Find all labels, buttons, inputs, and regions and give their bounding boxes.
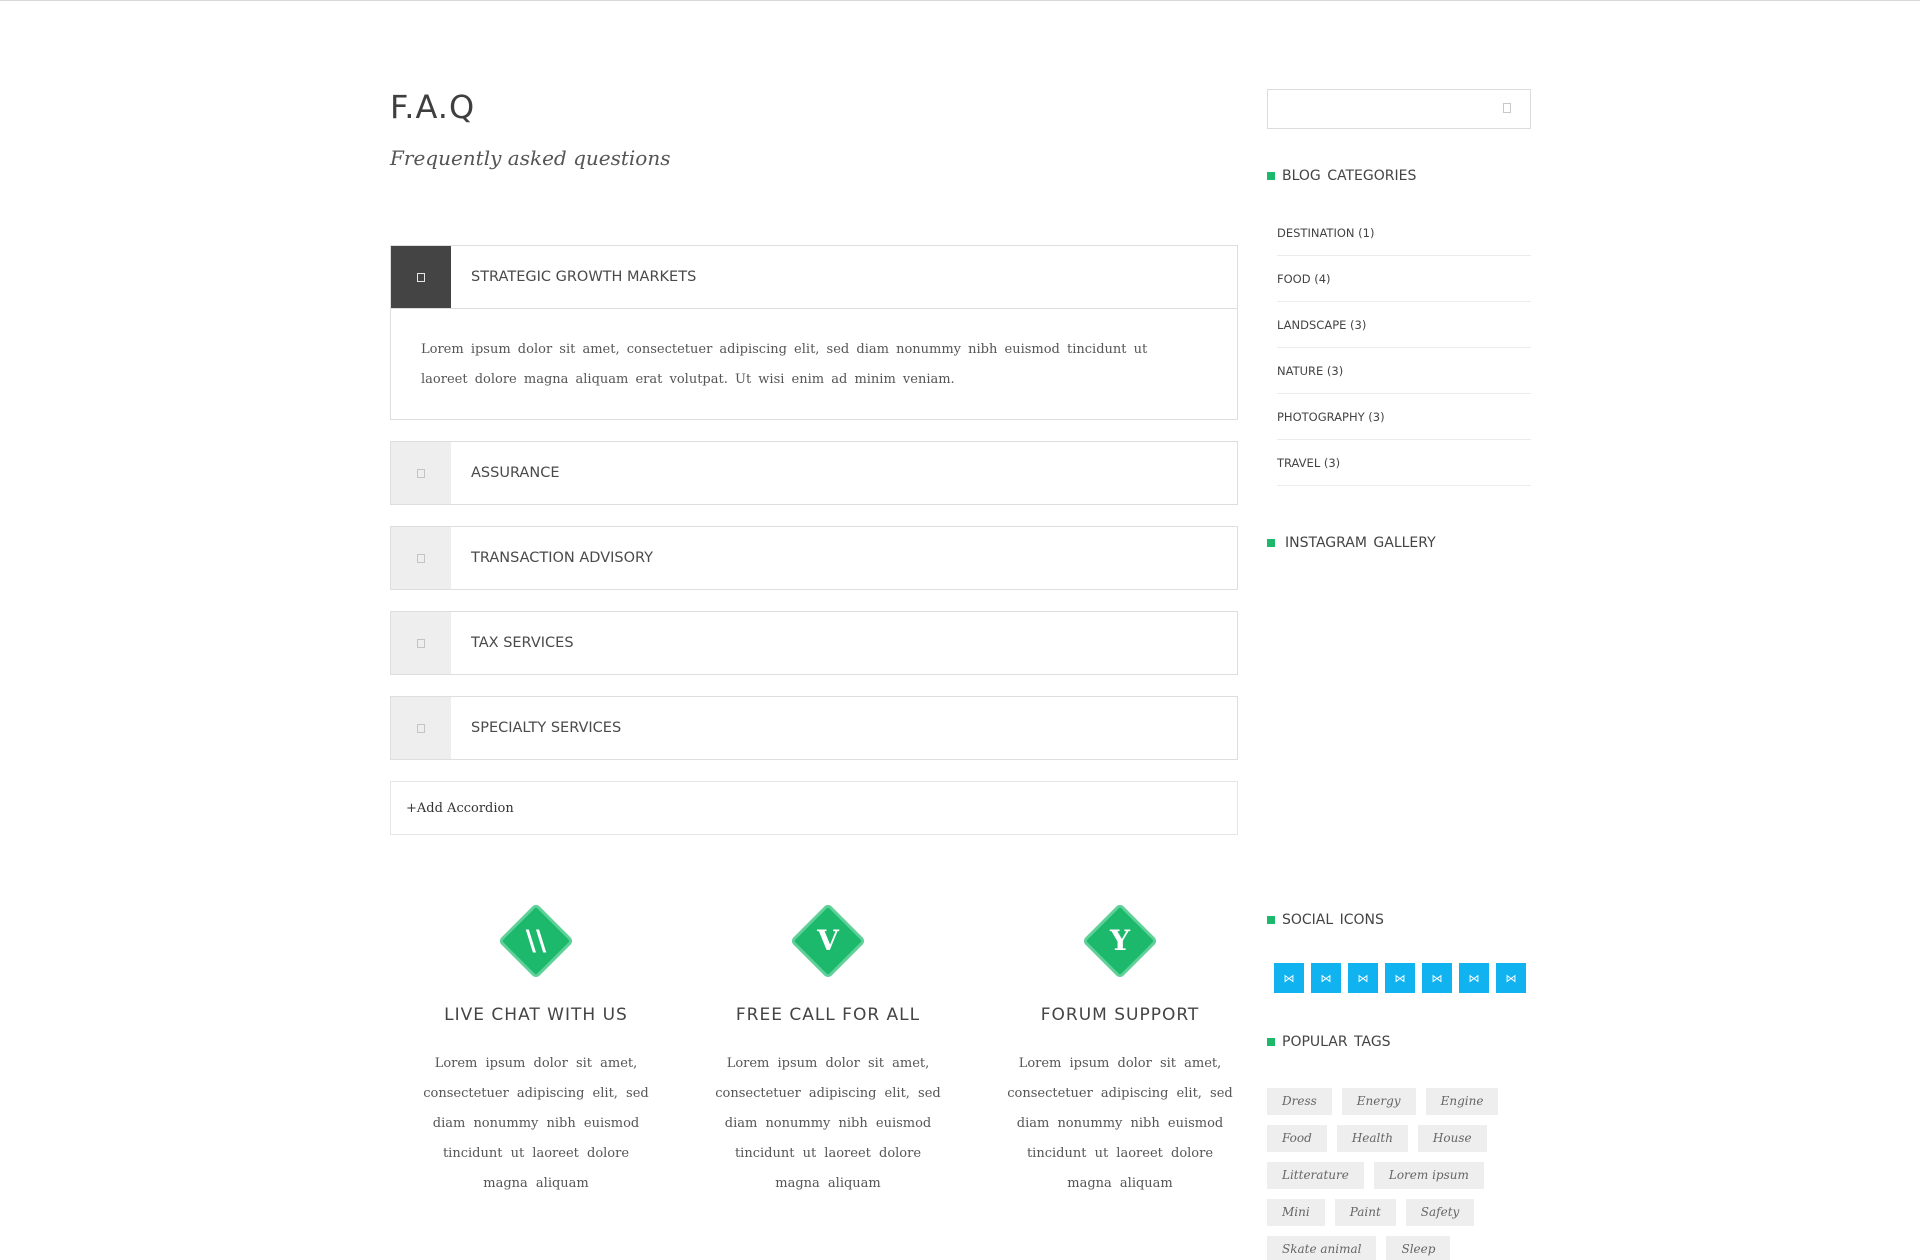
accordion-toggle-icon[interactable] bbox=[391, 612, 451, 674]
tag[interactable]: Litterature bbox=[1267, 1162, 1364, 1189]
feature-title: FORUM SUPPORT bbox=[1040, 1005, 1200, 1025]
blog-categories-title: BLOG CATEGORIES bbox=[1267, 168, 1416, 184]
search-icon[interactable] bbox=[1503, 103, 1511, 113]
social-icons: ⋈ ⋈ ⋈ ⋈ ⋈ ⋈ ⋈ bbox=[1274, 963, 1533, 993]
bullet-icon bbox=[1267, 1038, 1275, 1046]
faq-accordion: STRATEGIC GROWTH MARKETS Lorem ipsum dol… bbox=[390, 245, 1238, 835]
tag[interactable]: Engine bbox=[1425, 1088, 1499, 1115]
feature-title: FREE CALL FOR ALL bbox=[735, 1005, 921, 1025]
accordion-header[interactable]: ASSURANCE bbox=[391, 442, 1237, 504]
bullet-icon bbox=[1267, 916, 1275, 924]
page-subtitle: Frequently asked questions bbox=[390, 146, 671, 170]
social-icon[interactable]: ⋈ bbox=[1459, 963, 1489, 993]
category-list: DESTINATION (1) FOOD (4) LANDSCAPE (3) N… bbox=[1277, 210, 1531, 486]
social-icons-title: SOCIAL ICONS bbox=[1267, 912, 1384, 928]
tag[interactable]: Paint bbox=[1334, 1199, 1396, 1226]
category-item[interactable]: NATURE (3) bbox=[1277, 348, 1531, 394]
accordion-header[interactable]: TRANSACTION ADVISORY bbox=[391, 527, 1237, 589]
accordion-header[interactable]: STRATEGIC GROWTH MARKETS bbox=[391, 246, 1237, 308]
category-item[interactable]: DESTINATION (1) bbox=[1277, 210, 1531, 256]
category-item[interactable]: FOOD (4) bbox=[1277, 256, 1531, 302]
social-icon[interactable]: ⋈ bbox=[1422, 963, 1452, 993]
accordion-item: TAX SERVICES bbox=[390, 611, 1238, 675]
popular-tags-title: POPULAR TAGS bbox=[1267, 1034, 1391, 1050]
page-title: F.A.Q bbox=[390, 88, 476, 126]
tag[interactable]: House bbox=[1417, 1125, 1487, 1152]
social-icon[interactable]: ⋈ bbox=[1311, 963, 1341, 993]
accordion-header[interactable]: SPECIALTY SERVICES bbox=[391, 697, 1237, 759]
features-row: \\ LIVE CHAT WITH US Lorem ipsum dolor s… bbox=[390, 902, 1270, 1199]
accordion-title: STRATEGIC GROWTH MARKETS bbox=[471, 269, 697, 285]
tag[interactable]: Safety bbox=[1405, 1199, 1475, 1226]
tag[interactable]: Dress bbox=[1267, 1088, 1332, 1115]
feature-title: LIVE CHAT WITH US bbox=[444, 1005, 628, 1025]
tag-cloud: Dress Energy Engine Food Health House Li… bbox=[1267, 1088, 1531, 1260]
accordion-title: ASSURANCE bbox=[471, 465, 560, 481]
chat-icon: \\ bbox=[497, 902, 575, 980]
accordion-toggle-icon[interactable] bbox=[391, 246, 451, 308]
accordion-title: TAX SERVICES bbox=[471, 635, 574, 651]
tag[interactable]: Energy bbox=[1341, 1088, 1416, 1115]
accordion-item: TRANSACTION ADVISORY bbox=[390, 526, 1238, 590]
category-item[interactable]: LANDSCAPE (3) bbox=[1277, 302, 1531, 348]
social-icon[interactable]: ⋈ bbox=[1496, 963, 1526, 993]
accordion-toggle-icon[interactable] bbox=[391, 697, 451, 759]
feature-live-chat: \\ LIVE CHAT WITH US Lorem ipsum dolor s… bbox=[390, 902, 682, 1199]
bullet-icon bbox=[1267, 172, 1275, 180]
accordion-item: STRATEGIC GROWTH MARKETS Lorem ipsum dol… bbox=[390, 245, 1238, 420]
forum-icon: Y bbox=[1081, 902, 1159, 980]
accordion-toggle-icon[interactable] bbox=[391, 442, 451, 504]
accordion-body: Lorem ipsum dolor sit amet, consectetuer… bbox=[391, 308, 1237, 419]
accordion-item: SPECIALTY SERVICES bbox=[390, 696, 1238, 760]
tag[interactable]: Sleep bbox=[1386, 1236, 1451, 1260]
feature-text: Lorem ipsum dolor sit amet, consectetuer… bbox=[715, 1056, 941, 1191]
accordion-title: TRANSACTION ADVISORY bbox=[471, 550, 654, 566]
feature-forum-support: Y FORUM SUPPORT Lorem ipsum dolor sit am… bbox=[974, 902, 1266, 1199]
feature-text: Lorem ipsum dolor sit amet, consectetuer… bbox=[423, 1056, 649, 1191]
feature-text: Lorem ipsum dolor sit amet, consectetuer… bbox=[1007, 1056, 1233, 1191]
phone-icon: V bbox=[789, 902, 867, 980]
social-icon[interactable]: ⋈ bbox=[1385, 963, 1415, 993]
accordion-item: ASSURANCE bbox=[390, 441, 1238, 505]
tag[interactable]: Mini bbox=[1267, 1199, 1325, 1226]
social-icon[interactable]: ⋈ bbox=[1274, 963, 1304, 993]
tag[interactable]: Lorem ipsum bbox=[1373, 1162, 1484, 1189]
search-input[interactable] bbox=[1267, 89, 1531, 129]
feature-free-call: V FREE CALL FOR ALL Lorem ipsum dolor si… bbox=[682, 902, 974, 1199]
tag[interactable]: Food bbox=[1267, 1125, 1327, 1152]
bullet-icon bbox=[1267, 539, 1275, 547]
tag[interactable]: Skate animal bbox=[1267, 1236, 1377, 1260]
accordion-header[interactable]: TAX SERVICES bbox=[391, 612, 1237, 674]
top-divider bbox=[0, 0, 1920, 1]
category-item[interactable]: TRAVEL (3) bbox=[1277, 440, 1531, 486]
accordion-toggle-icon[interactable] bbox=[391, 527, 451, 589]
accordion-title: SPECIALTY SERVICES bbox=[471, 720, 622, 736]
tag[interactable]: Health bbox=[1336, 1125, 1408, 1152]
category-item[interactable]: PHOTOGRAPHY (3) bbox=[1277, 394, 1531, 440]
instagram-gallery-title: INSTAGRAM GALLERY bbox=[1267, 535, 1436, 551]
add-accordion-button[interactable]: +Add Accordion bbox=[390, 781, 1238, 835]
social-icon[interactable]: ⋈ bbox=[1348, 963, 1378, 993]
